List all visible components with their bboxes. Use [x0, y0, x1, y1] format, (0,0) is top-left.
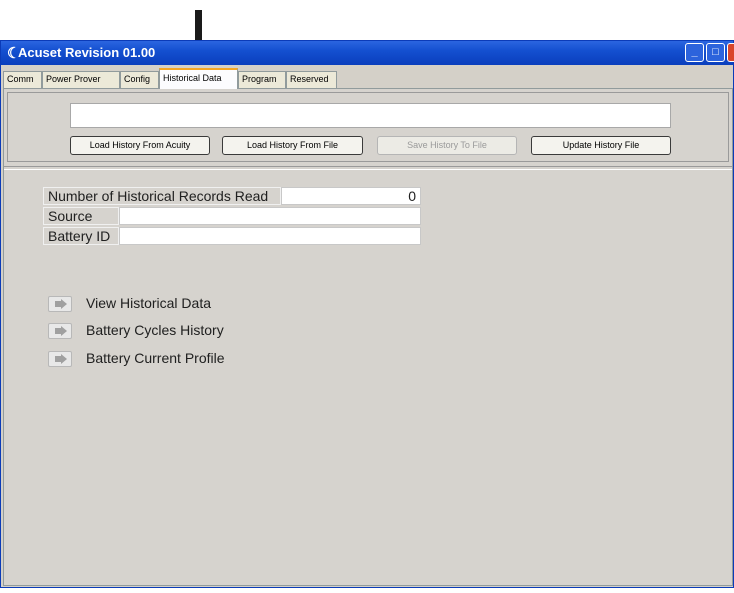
maximize-button[interactable]: □ [706, 43, 725, 62]
historical-data-page: Load History From Acuity Load History Fr… [3, 88, 733, 586]
save-history-file-button[interactable]: Save History To File [377, 136, 517, 155]
history-toolbar-panel: Load History From Acuity Load History Fr… [7, 92, 729, 162]
window-title: Acuset Revision 01.00 [18, 45, 156, 60]
tab-program[interactable]: Program [238, 71, 286, 88]
arrow-right-icon[interactable] [48, 323, 72, 339]
battery-cycles-history-link[interactable]: Battery Cycles History [86, 322, 224, 338]
tab-comm[interactable]: Comm [3, 71, 42, 88]
battery-current-profile-link[interactable]: Battery Current Profile [86, 350, 225, 366]
arrow-right-icon[interactable] [48, 296, 72, 312]
title-bar[interactable]: ☾ Acuset Revision 01.00 _ □ [1, 41, 734, 65]
tab-reserved[interactable]: Reserved [286, 71, 337, 88]
minimize-button[interactable]: _ [685, 43, 704, 62]
battery-id-value [119, 227, 421, 245]
app-window: ☾ Acuset Revision 01.00 _ □ Comm Power P… [0, 40, 734, 588]
view-historical-data-link[interactable]: View Historical Data [86, 295, 211, 311]
close-button[interactable] [727, 43, 734, 62]
status-field [70, 103, 671, 128]
battery-id-label: Battery ID [43, 227, 119, 245]
source-label: Source [43, 207, 119, 225]
update-history-file-button[interactable]: Update History File [531, 136, 671, 155]
records-read-label: Number of Historical Records Read [43, 187, 281, 205]
source-value [119, 207, 421, 225]
load-history-file-button[interactable]: Load History From File [222, 136, 363, 155]
load-history-acuity-button[interactable]: Load History From Acuity [70, 136, 210, 155]
tab-historical-data[interactable]: Historical Data [159, 68, 238, 89]
section-divider [4, 166, 732, 170]
arrow-right-icon[interactable] [48, 351, 72, 367]
tab-config[interactable]: Config [120, 71, 159, 88]
tab-power-prover[interactable]: Power Prover [42, 71, 120, 88]
records-read-value: 0 [281, 187, 421, 205]
